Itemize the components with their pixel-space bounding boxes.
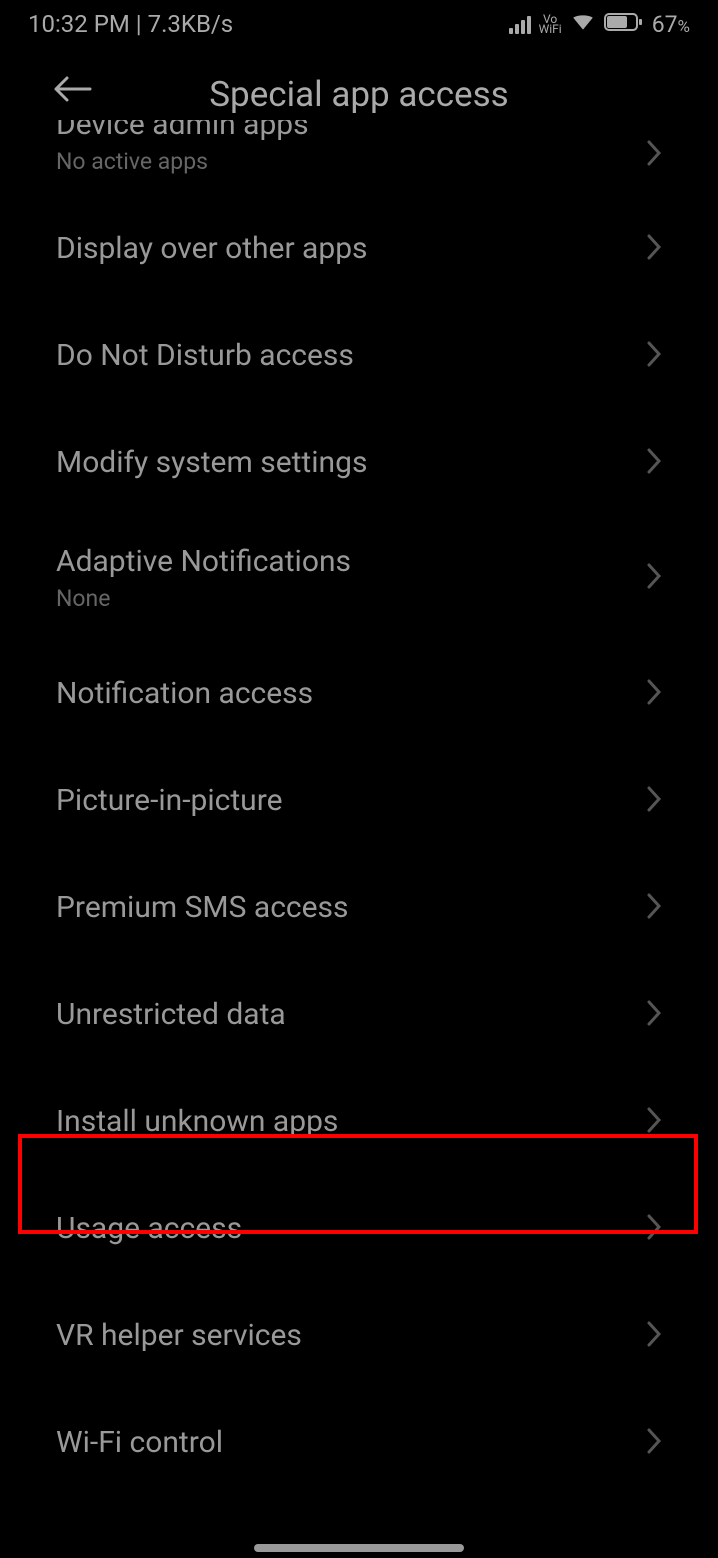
wifi-icon [570,10,596,38]
list-item-wifi-control[interactable]: Wi-Fi control [0,1389,718,1496]
item-text: Device admin apps No active apps [56,135,309,175]
list-item-picture-in-picture[interactable]: Picture-in-picture [0,747,718,854]
item-label: Display over other apps [56,231,368,266]
item-text: Wi-Fi control [56,1425,223,1460]
item-text: VR helper services [56,1318,302,1353]
item-label: Notification access [56,676,313,711]
chevron-right-icon [646,340,662,372]
list-item-vr-helper-services[interactable]: VR helper services [0,1282,718,1389]
chevron-right-icon [646,447,662,479]
item-sublabel: No active apps [56,148,309,175]
signal-icon [509,14,531,34]
chevron-right-icon [646,1106,662,1138]
status-speed: 7.3KB/s [148,10,234,38]
item-label: Unrestricted data [56,997,286,1032]
chevron-right-icon [646,562,662,594]
app-header: Special app access [0,46,718,135]
vowifi-icon: Vo WiFi [539,14,562,34]
page-title: Special app access [20,74,698,115]
item-label: Picture-in-picture [56,783,283,818]
status-time: 10:32 PM [28,10,130,38]
chevron-right-icon [646,785,662,817]
chevron-right-icon [646,892,662,924]
status-left: 10:32 PM | 7.3KB/s [28,10,233,38]
back-button[interactable] [52,74,92,108]
item-label: Modify system settings [56,445,367,480]
battery-percentage: 67% [652,11,690,38]
item-text: Do Not Disturb access [56,338,354,373]
item-label: Adaptive Notifications [56,544,351,579]
item-text: Picture-in-picture [56,783,283,818]
item-sublabel: None [56,585,351,612]
chevron-right-icon [646,233,662,265]
list-item-unrestricted-data[interactable]: Unrestricted data [0,961,718,1068]
settings-list: Device admin apps No active apps Display… [0,135,718,1496]
list-item-display-over-other-apps[interactable]: Display over other apps [0,195,718,302]
chevron-right-icon [646,678,662,710]
status-bar: 10:32 PM | 7.3KB/s Vo WiFi 67 [0,0,718,46]
item-text: Adaptive Notifications None [56,544,351,612]
item-label: Premium SMS access [56,890,348,925]
chevron-right-icon [646,139,662,171]
list-item-notification-access[interactable]: Notification access [0,640,718,747]
battery-icon [604,10,644,38]
navigation-handle[interactable] [254,1544,464,1552]
item-text: Unrestricted data [56,997,286,1032]
list-item-do-not-disturb-access[interactable]: Do Not Disturb access [0,302,718,409]
back-arrow-icon [52,74,92,104]
item-text: Display over other apps [56,231,368,266]
list-item-premium-sms-access[interactable]: Premium SMS access [0,854,718,961]
item-label: Wi-Fi control [56,1425,223,1460]
annotation-highlight [18,1134,698,1234]
item-text: Modify system settings [56,445,367,480]
chevron-right-icon [646,1320,662,1352]
item-text: Premium SMS access [56,890,348,925]
list-item-adaptive-notifications[interactable]: Adaptive Notifications None [0,516,718,640]
item-label: Do Not Disturb access [56,338,354,373]
list-item-modify-system-settings[interactable]: Modify system settings [0,409,718,516]
item-label: VR helper services [56,1318,302,1353]
list-item-device-admin-apps[interactable]: Device admin apps No active apps [0,135,718,195]
item-text: Notification access [56,676,313,711]
chevron-right-icon [646,999,662,1031]
status-divider: | [130,10,148,38]
chevron-right-icon [646,1427,662,1459]
status-right: Vo WiFi 67% [509,10,690,38]
